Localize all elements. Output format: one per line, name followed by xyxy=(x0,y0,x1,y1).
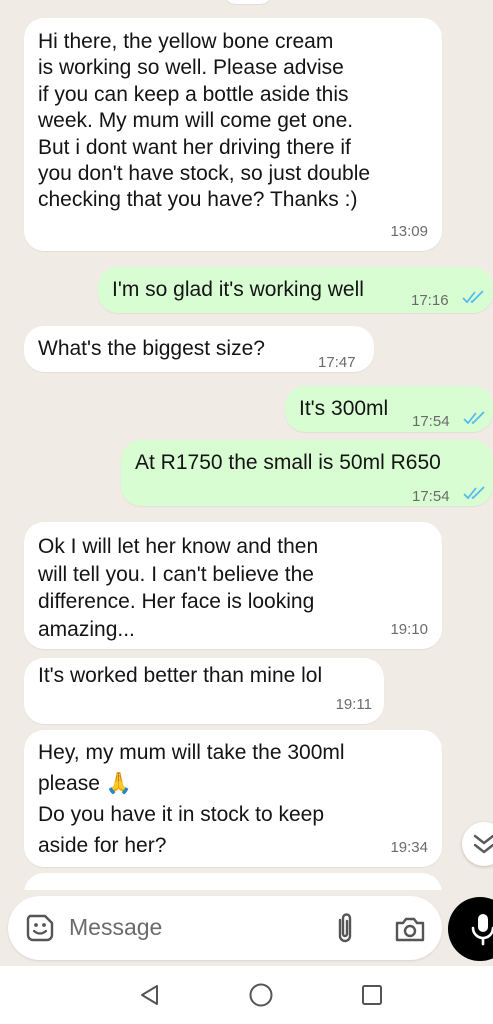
sticker-smiley-icon[interactable] xyxy=(25,913,55,943)
message-text: What's the biggest size? xyxy=(38,337,265,360)
message-bubble-incoming[interactable]: It's worked better than mine lol 19:11 xyxy=(24,658,384,724)
read-receipt-icon xyxy=(463,411,485,425)
circle-home-icon[interactable] xyxy=(248,982,274,1008)
message-text: At R1750 the small is 50ml R650 xyxy=(135,451,441,474)
system-navigation-bar xyxy=(0,966,493,1024)
message-bubble-incoming[interactable]: What's the biggest size? 17:47 xyxy=(24,326,374,372)
read-receipt-icon xyxy=(462,290,484,304)
message-time: 19:11 xyxy=(335,696,372,713)
message-text: It's 300ml xyxy=(299,397,389,420)
microphone-icon xyxy=(471,914,493,946)
scroll-to-bottom-button[interactable] xyxy=(462,822,493,866)
message-text: Hi there, the yellow bone cream is worki… xyxy=(38,30,371,212)
chat-area[interactable]: Hi there, the yellow bone cream is worki… xyxy=(0,0,493,890)
message-time: 19:34 xyxy=(390,839,428,856)
message-time: 17:16 xyxy=(411,292,449,309)
message-bubble-incoming[interactable]: Hi there, the yellow bone cream is worki… xyxy=(24,18,442,251)
message-time: 17:54 xyxy=(412,488,450,505)
message-bubble-cutoff-bottom xyxy=(24,873,442,890)
message-time: 19:10 xyxy=(390,621,428,638)
message-text: It's worked better than mine lol xyxy=(38,664,323,687)
message-time: 17:47 xyxy=(318,354,356,371)
message-bubble-cutoff-top xyxy=(224,0,272,4)
microphone-button[interactable] xyxy=(448,897,493,961)
double-chevron-down-icon xyxy=(473,834,493,854)
message-text: I'm so glad it's working well xyxy=(112,278,364,301)
message-time: 17:54 xyxy=(412,413,450,430)
paperclip-icon[interactable] xyxy=(335,911,355,945)
message-input-bar[interactable]: Message xyxy=(8,896,442,960)
message-bubble-incoming[interactable]: Ok I will let her know and then will tel… xyxy=(24,522,442,649)
message-text: Hey, my mum will take the 300ml please 🙏… xyxy=(38,741,345,857)
message-bubble-outgoing[interactable]: It's 300ml 17:54 xyxy=(285,386,493,432)
triangle-back-icon[interactable] xyxy=(138,983,162,1007)
message-bubble-incoming[interactable]: Hey, my mum will take the 300ml please 🙏… xyxy=(24,730,442,867)
message-text: Ok I will let her know and then will tel… xyxy=(38,535,319,641)
read-receipt-icon xyxy=(463,486,485,500)
message-input[interactable]: Message xyxy=(69,914,162,941)
message-time: 13:09 xyxy=(390,223,428,240)
message-bubble-outgoing[interactable]: At R1750 the small is 50ml R650 17:54 xyxy=(121,440,493,506)
camera-icon[interactable] xyxy=(394,915,426,943)
square-recents-icon[interactable] xyxy=(360,983,384,1007)
message-bubble-outgoing[interactable]: I'm so glad it's working well 17:16 xyxy=(98,267,493,313)
